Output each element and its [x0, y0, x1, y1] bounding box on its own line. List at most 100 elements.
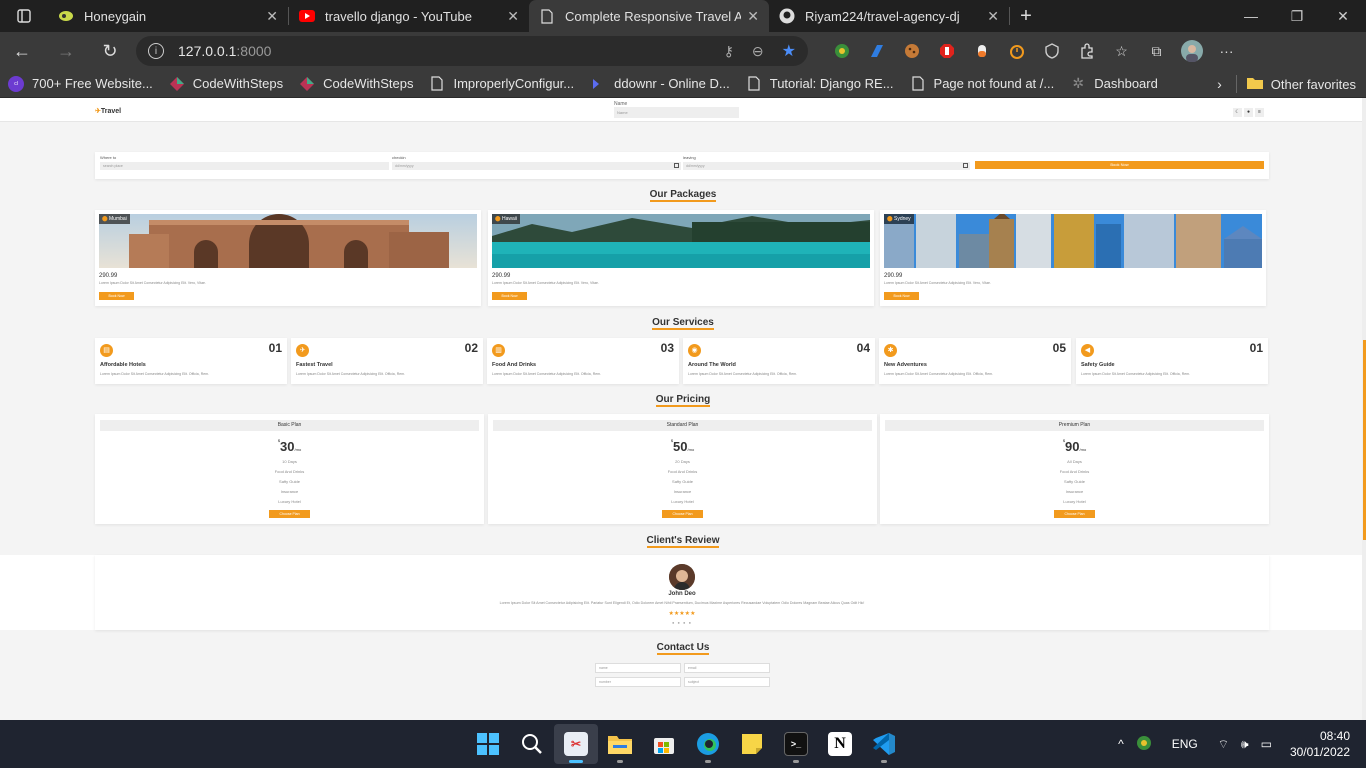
timer-extension-icon[interactable] [1002, 36, 1032, 66]
search-icon[interactable] [510, 724, 554, 764]
tab-github[interactable]: Riyam224/travel-agency-dj ✕ [769, 0, 1009, 32]
package-book-button[interactable]: Book Now [884, 292, 919, 300]
gear-icon: ✲ [1072, 75, 1085, 91]
plane-icon: ✈ [296, 344, 309, 357]
zoom-icon[interactable]: ⊖ [752, 43, 764, 60]
choose-plan-button[interactable]: Choose Plan [1054, 510, 1095, 518]
user-icon[interactable]: ● [1244, 108, 1253, 117]
cookie-extension-icon[interactable] [897, 36, 927, 66]
contact-email-input[interactable]: email [684, 663, 770, 673]
refresh-button[interactable]: ↻ [88, 32, 132, 70]
booking-form: Where to search place checkin dd/mm/yyyy… [95, 152, 1269, 179]
choose-plan-button[interactable]: Choose Plan [662, 510, 703, 518]
key-icon[interactable]: ⚷ [724, 43, 734, 60]
package-book-button[interactable]: Book Now [99, 292, 134, 300]
slider-pagination[interactable]: ● ● ● ● [95, 620, 1269, 625]
bullhorn-icon: ◀ [1081, 344, 1094, 357]
tab-actions-icon[interactable] [0, 0, 48, 32]
collections-icon[interactable]: ⧉ [1142, 36, 1172, 66]
choose-plan-button[interactable]: Choose Plan [269, 510, 310, 518]
service-desc: Lorem Ipsum Dolor Sit Amet Consectetur A… [884, 372, 994, 376]
bookmark-item[interactable]: cl 700+ Free Website... [0, 75, 161, 92]
minimize-icon[interactable]: — [1228, 0, 1274, 32]
microsoft-store-icon[interactable] [642, 724, 686, 764]
other-favorites[interactable]: Other favorites [1271, 77, 1356, 92]
map-marker-icon: ⬤ [495, 216, 501, 222]
start-button[interactable] [466, 724, 510, 764]
calendar-icon[interactable] [963, 163, 968, 168]
wifi-icon[interactable]: ⌔ [1218, 737, 1229, 752]
tab-youtube[interactable]: travello django - YouTube ✕ [289, 0, 529, 32]
capsule-extension-icon[interactable] [967, 36, 997, 66]
globe-tray-icon[interactable] [1136, 735, 1152, 754]
battery-icon[interactable]: ▭ [1261, 737, 1272, 751]
close-tab-icon[interactable]: ✕ [507, 8, 519, 25]
checkin-input[interactable]: dd/mm/yyyy [392, 162, 681, 170]
tab-honeygain[interactable]: Honeygain ✕ [48, 0, 288, 32]
leaving-field: leaving dd/mm/yyyy [683, 155, 970, 170]
checkin-label: checkin [392, 155, 406, 160]
edge-icon[interactable] [686, 724, 730, 764]
jira-extension-icon[interactable] [862, 36, 892, 66]
close-tab-icon[interactable]: ✕ [987, 8, 999, 25]
close-tab-icon[interactable]: ✕ [266, 8, 278, 25]
sticky-notes-icon[interactable] [730, 724, 774, 764]
leaving-input[interactable]: dd/mm/yyyy [683, 162, 970, 170]
divider [1235, 75, 1237, 93]
bookmark-item[interactable]: ddownr - Online D... [582, 76, 738, 92]
contact-subject-input[interactable]: subject [684, 677, 770, 687]
contact-number-input[interactable]: number [595, 677, 681, 687]
forward-button[interactable]: → [44, 32, 88, 70]
service-card: ▥ 03 Food And Drinks Lorem Ipsum Dolor S… [487, 338, 679, 384]
address-bar[interactable]: i 127.0.0.1:8000 ⚷ ⊖ ★ [136, 36, 808, 66]
bookmark-item[interactable]: ✲ Dashboard [1062, 75, 1166, 92]
chevron-up-icon[interactable]: ^ [1118, 737, 1124, 751]
profile-avatar[interactable] [1177, 36, 1207, 66]
globe-extension-icon[interactable] [827, 36, 857, 66]
bookmark-item[interactable]: Tutorial: Django RE... [738, 76, 902, 92]
volume-icon[interactable]: 🕪 [1241, 737, 1249, 752]
bookmark-item[interactable]: Page not found at /... [902, 76, 1063, 92]
favorites-icon[interactable]: ☆ [1107, 36, 1137, 66]
restore-icon[interactable]: ❐ [1274, 0, 1320, 32]
clock[interactable]: 08:40 30/01/2022 [1290, 728, 1350, 760]
package-book-button[interactable]: Book Now [492, 292, 527, 300]
map-marker-icon: ⬤ [102, 216, 108, 222]
leaving-label: leaving [683, 155, 696, 160]
site-logo[interactable]: ✈Travel [95, 107, 121, 115]
where-input[interactable]: search place [100, 162, 389, 170]
book-now-button[interactable]: Book Now [975, 161, 1264, 169]
snipping-tool-icon[interactable]: ✂ [554, 724, 598, 764]
bookmarks-overflow: › Other favorites [1217, 70, 1356, 98]
terminal-icon[interactable]: >_ [774, 724, 818, 764]
chevron-right-icon[interactable]: › [1217, 76, 1222, 92]
menu-icon[interactable]: ≡ [1255, 108, 1264, 117]
shield-extension-icon[interactable] [1037, 36, 1067, 66]
bookmark-item[interactable]: CodeWithSteps [161, 76, 291, 92]
notion-icon[interactable]: N [818, 724, 862, 764]
back-button[interactable]: ← [0, 32, 44, 70]
url-text[interactable]: 127.0.0.1:8000 [178, 43, 706, 59]
contact-title: Contact Us [656, 642, 710, 655]
moon-icon[interactable]: ☾ [1233, 108, 1242, 117]
file-explorer-icon[interactable] [598, 724, 642, 764]
info-icon[interactable]: i [148, 43, 164, 59]
language-indicator[interactable]: ENG [1172, 737, 1198, 751]
puzzle-extensions-icon[interactable] [1072, 36, 1102, 66]
header-icons: ☾ ● ≡ [1231, 108, 1264, 117]
bookmark-item[interactable]: CodeWithSteps [291, 76, 421, 92]
vscode-icon[interactable] [862, 724, 906, 764]
close-window-icon[interactable]: ✕ [1320, 0, 1366, 32]
new-tab-button[interactable]: + [1010, 5, 1042, 28]
adblock-extension-icon[interactable] [932, 36, 962, 66]
folder-icon[interactable] [1246, 76, 1263, 92]
tab-travel-agency[interactable]: Complete Responsive Travel Age ✕ [529, 0, 769, 32]
contact-name-input[interactable]: name [595, 663, 681, 673]
calendar-icon[interactable] [674, 163, 679, 168]
service-name: Food And Drinks [492, 362, 537, 368]
header-name-input[interactable]: Name [614, 107, 739, 118]
close-tab-icon[interactable]: ✕ [747, 8, 759, 25]
favorite-star-icon[interactable]: ★ [782, 41, 796, 61]
more-menu-icon[interactable]: ··· [1212, 36, 1242, 66]
bookmark-item[interactable]: ImproperlyConfigur... [421, 76, 582, 92]
